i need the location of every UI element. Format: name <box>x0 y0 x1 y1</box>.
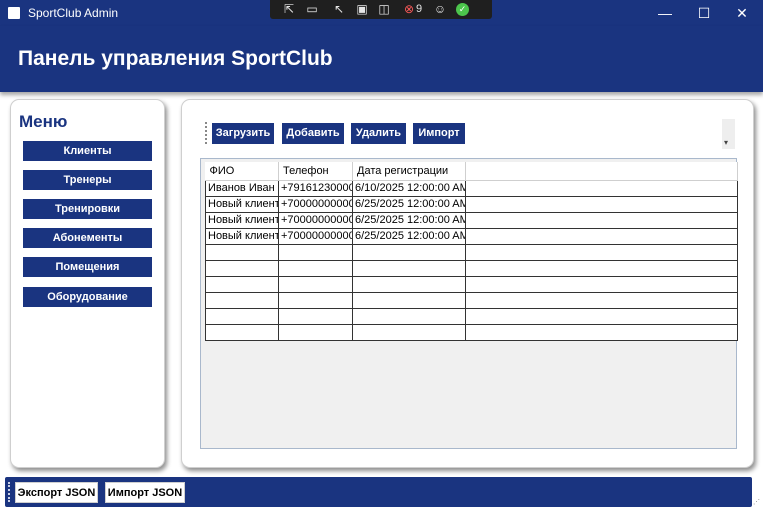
window-titlebar: SportClub Admin ⇱ ▭ ↖ ▣ ◫ ⊗ 9 ☺ ✓ — ☐ ✕ <box>0 0 763 26</box>
cell-phone[interactable]: +70000000000 <box>278 227 353 245</box>
table-row[interactable]: Новый клиент +70000000000 6/25/2025 12:0… <box>205 211 738 229</box>
cell-empty[interactable] <box>205 259 279 277</box>
table-row-empty[interactable] <box>205 307 738 325</box>
cell-phone[interactable]: +70000000000 <box>278 195 353 213</box>
cell-empty[interactable] <box>465 323 738 341</box>
chevron-down-icon: ▾ <box>724 138 729 147</box>
resize-grip-icon[interactable]: ⋰ <box>753 499 761 507</box>
cell-empty[interactable] <box>278 307 353 325</box>
toolbar-grip[interactable] <box>205 122 207 144</box>
cell-empty[interactable] <box>352 259 466 277</box>
table-row[interactable]: Иванов Иван +79161230000 6/10/2025 12:00… <box>205 179 738 197</box>
maximize-icon: ☐ <box>697 5 711 21</box>
menu-item-equipment[interactable]: Оборудование <box>23 287 152 307</box>
menu-item-trainers[interactable]: Тренеры <box>23 170 152 190</box>
table-row[interactable]: Новый клиент +70000000000 6/25/2025 12:0… <box>205 227 738 245</box>
table-row-empty[interactable] <box>205 243 738 261</box>
menu-item-workouts[interactable]: Тренировки <box>23 199 152 219</box>
import-button[interactable]: Импорт <box>413 123 465 144</box>
cell-filler <box>465 227 738 245</box>
empty-rows <box>205 243 738 341</box>
cell-empty[interactable] <box>205 307 279 325</box>
footer-toolbar-grip[interactable] <box>8 482 10 502</box>
table-row-empty[interactable] <box>205 259 738 277</box>
footer-toolbar: Экспорт JSON Импорт JSON <box>5 477 752 507</box>
toolbar-overflow-button[interactable]: ▾ <box>722 119 735 149</box>
table-row-empty[interactable] <box>205 323 738 341</box>
debug-toolbar: ⇱ ▭ ↖ ▣ ◫ ⊗ 9 ☺ ✓ <box>270 0 492 19</box>
menu-item-clients[interactable]: Клиенты <box>23 141 152 161</box>
cell-phone[interactable]: +79161230000 <box>278 179 353 197</box>
cell-name[interactable]: Иванов Иван <box>205 179 279 197</box>
load-button[interactable]: Загрузить <box>212 123 274 144</box>
cell-name[interactable]: Новый клиент <box>205 195 279 213</box>
menu-title: Меню <box>19 112 68 131</box>
delete-button[interactable]: Удалить <box>351 123 406 144</box>
column-header-name[interactable]: ФИО <box>205 162 279 181</box>
table-header-row: ФИО Телефон Дата регистрации <box>205 162 738 181</box>
cell-empty[interactable] <box>352 291 466 309</box>
cell-empty[interactable] <box>205 291 279 309</box>
cell-empty[interactable] <box>278 291 353 309</box>
hot-reload-icon[interactable]: ◫ <box>377 3 391 16</box>
pointer-icon[interactable]: ↖ <box>332 3 346 16</box>
import-json-button[interactable]: Импорт JSON <box>105 482 185 503</box>
clients-data-grid[interactable]: ФИО Телефон Дата регистрации Иванов Иван… <box>200 158 738 449</box>
cell-registration-date[interactable]: 6/25/2025 12:00:00 AM <box>352 195 466 213</box>
column-header-registration-date[interactable]: Дата регистрации <box>352 162 466 181</box>
menu-item-subscriptions[interactable]: Абонементы <box>23 228 152 248</box>
minimize-button[interactable]: — <box>645 0 685 26</box>
page-title: Панель управления SportClub <box>18 47 333 70</box>
cell-empty[interactable] <box>465 259 738 277</box>
table-row-empty[interactable] <box>205 275 738 293</box>
side-menu-panel: Меню Клиенты Тренеры Тренировки Абонемен… <box>10 99 165 468</box>
cell-empty[interactable] <box>278 323 353 341</box>
close-button[interactable]: ✕ <box>722 0 762 26</box>
clients-table: ФИО Телефон Дата регистрации Иванов Иван… <box>205 162 738 341</box>
cell-name[interactable]: Новый клиент <box>205 211 279 229</box>
cell-empty[interactable] <box>352 275 466 293</box>
cell-empty[interactable] <box>352 307 466 325</box>
cell-filler <box>465 211 738 229</box>
select-element-icon[interactable]: ⇱ <box>282 3 296 16</box>
frame-icon[interactable]: ▣ <box>355 3 369 16</box>
cell-empty[interactable] <box>205 275 279 293</box>
add-button[interactable]: Добавить <box>282 123 344 144</box>
cell-empty[interactable] <box>205 243 279 261</box>
check-icon[interactable]: ✓ <box>456 3 469 16</box>
export-json-button[interactable]: Экспорт JSON <box>15 482 98 503</box>
accessibility-icon[interactable]: ☺ <box>433 3 447 16</box>
window-title: SportClub Admin <box>28 6 119 20</box>
cell-empty[interactable] <box>278 243 353 261</box>
binding-failures-count: 9 <box>415 3 423 15</box>
cell-empty[interactable] <box>352 323 466 341</box>
cell-empty[interactable] <box>205 323 279 341</box>
cell-registration-date[interactable]: 6/25/2025 12:00:00 AM <box>352 211 466 229</box>
cell-empty[interactable] <box>465 275 738 293</box>
cell-empty[interactable] <box>465 307 738 325</box>
cell-registration-date[interactable]: 6/10/2025 12:00:00 AM <box>352 179 466 197</box>
column-header-phone[interactable]: Телефон <box>278 162 353 181</box>
cell-empty[interactable] <box>278 275 353 293</box>
cell-phone[interactable]: +70000000000 <box>278 211 353 229</box>
close-icon: ✕ <box>736 5 748 21</box>
cell-registration-date[interactable]: 6/25/2025 12:00:00 AM <box>352 227 466 245</box>
minimize-icon: — <box>658 5 672 21</box>
menu-item-rooms[interactable]: Помещения <box>23 257 152 277</box>
cell-empty[interactable] <box>278 259 353 277</box>
main-content-panel: Загрузить Добавить Удалить Импорт ▾ ФИО … <box>181 99 754 468</box>
table-row-empty[interactable] <box>205 291 738 309</box>
cell-empty[interactable] <box>352 243 466 261</box>
app-header: Панель управления SportClub <box>0 26 763 92</box>
column-header-filler <box>465 162 738 181</box>
table-row[interactable]: Новый клиент +70000000000 6/25/2025 12:0… <box>205 195 738 213</box>
cell-filler <box>465 195 738 213</box>
cell-empty[interactable] <box>465 243 738 261</box>
cell-empty[interactable] <box>465 291 738 309</box>
app-icon <box>8 7 20 19</box>
cell-name[interactable]: Новый клиент <box>205 227 279 245</box>
maximize-button[interactable]: ☐ <box>684 0 724 26</box>
cell-filler <box>465 179 738 197</box>
video-icon[interactable]: ▭ <box>305 3 319 16</box>
